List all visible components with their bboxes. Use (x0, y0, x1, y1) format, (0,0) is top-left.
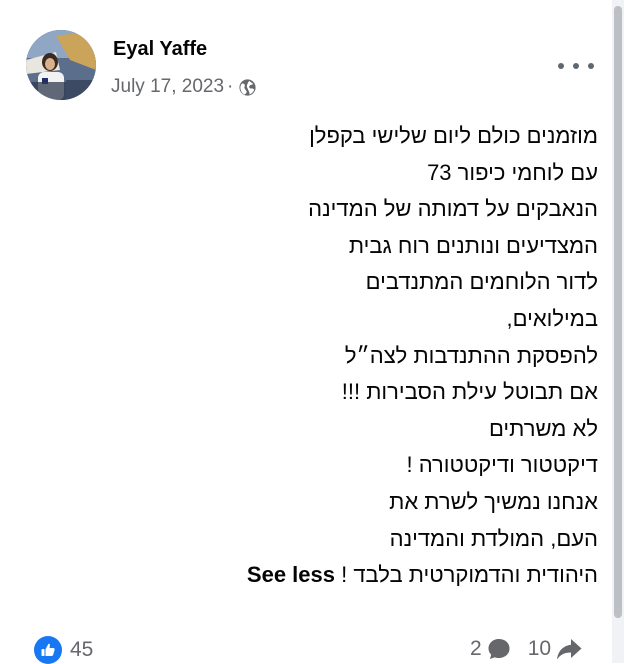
post-last-line: היהודית והדמוקרטית בלבד ! See less (38, 557, 598, 594)
share-icon (557, 639, 582, 660)
comment-icon (488, 639, 510, 659)
meta-separator: · (227, 76, 234, 97)
avatar-image (26, 30, 96, 100)
globe-icon[interactable] (238, 78, 257, 97)
post-line: העם, המולדת והמדינה (389, 525, 598, 551)
post-line: אנחנו נמשיך לשרת את (389, 488, 598, 514)
post-line: לדור הלוחמים המתנדבים (365, 269, 598, 295)
author-name[interactable]: Eyal Yaffe (113, 38, 207, 61)
post-line: דיקטטור ודיקטטורה ! (406, 452, 599, 478)
like-icon (34, 636, 62, 664)
thumbs-up-glyph (41, 643, 55, 656)
more-dot (573, 63, 579, 69)
scrollbar-thumb[interactable] (614, 6, 622, 618)
reactions-summary[interactable]: 45 (34, 636, 93, 664)
more-dot (558, 63, 564, 69)
engagement-summary: 2 10 (470, 636, 583, 662)
shares-count: 10 (527, 637, 552, 660)
scrollbar[interactable] (612, 0, 624, 663)
post-line: המצדיעים ונותנים רוח גבית (348, 232, 598, 258)
more-dot (588, 63, 594, 69)
post-text: מוזמנים כולם ליום שלישי בקפלן עם לוחמי כ… (38, 118, 598, 594)
post-line-text: היהודית והדמוקרטית בלבד ! (341, 562, 598, 588)
see-less-link[interactable]: See less (247, 562, 335, 587)
comments-summary[interactable]: 2 (470, 636, 512, 662)
shares-summary[interactable]: 10 (528, 636, 583, 662)
post-line: להפסקת ההתנדבות לצה״ל (344, 342, 598, 368)
post-line: הנאבקים על דמותה של המדינה (308, 196, 598, 222)
post-line: אם תבוטל עילת הסבירות !!! (341, 379, 598, 405)
reactions-count: 45 (70, 638, 94, 661)
post-line: במילואים, (506, 305, 598, 331)
more-options-icon[interactable] (558, 54, 594, 78)
post-line: לא משרתים (488, 415, 598, 441)
post-line: מוזמנים כולם ליום שלישי בקפלן (309, 123, 598, 148)
post-meta: July 17, 2023 · (111, 76, 257, 98)
post-line: עם לוחמי כיפור 73 (427, 159, 598, 185)
post-date[interactable]: July 17, 2023 (111, 76, 224, 98)
avatar[interactable] (26, 30, 96, 100)
post-card: Eyal Yaffe July 17, 2023 · מוזמנים כולם … (0, 0, 612, 664)
comments-count: 2 (470, 637, 482, 660)
